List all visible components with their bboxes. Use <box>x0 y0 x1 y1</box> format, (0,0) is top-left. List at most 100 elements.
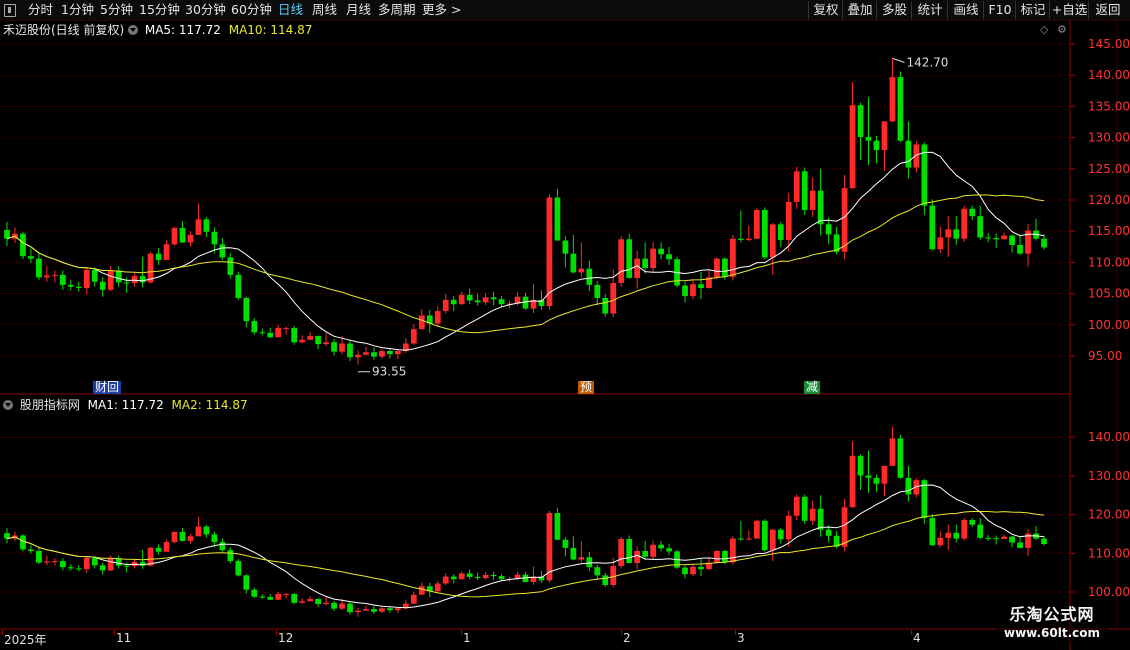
main-candle <box>299 339 306 343</box>
event-marker-finance[interactable]: 财回 <box>93 381 122 394</box>
date-label: 1 <box>463 631 471 645</box>
dropdown-icon[interactable] <box>128 25 139 35</box>
sub-candle <box>339 603 345 609</box>
sub-candle <box>434 583 441 592</box>
kline-chart[interactable]: 145.00 140.00 135.00 130.00 125.00 120.00 115.… <box>0 0 1130 650</box>
sub-candle <box>36 550 42 563</box>
sub-candle <box>985 537 992 539</box>
main-candle <box>1009 235 1015 245</box>
sub-candle <box>259 596 266 598</box>
settings-icon[interactable]: ⚙ <box>1057 23 1067 36</box>
sub-candle <box>442 576 449 584</box>
main-candle <box>929 205 936 250</box>
diamond-icon[interactable]: ◇ <box>1040 23 1048 36</box>
sub-legend: 股朋指标网 MA1: 117.72 MA2: 114.87 <box>3 397 248 413</box>
sub-candle <box>634 550 641 563</box>
main-candle <box>993 238 1000 240</box>
main-candle <box>777 224 784 240</box>
low-price-annotation: 93.55 <box>372 365 406 379</box>
main-candle <box>690 284 696 297</box>
sub-candle <box>570 547 577 560</box>
dropdown-icon[interactable] <box>3 400 13 410</box>
main-candle <box>490 297 497 300</box>
sub-candle <box>618 538 625 567</box>
sub-candle <box>20 535 26 550</box>
sub-candle <box>666 548 672 552</box>
sub-candle <box>44 561 50 563</box>
main-candle <box>817 190 824 225</box>
sub-candle <box>562 539 569 548</box>
main-candle <box>131 276 138 283</box>
main-candle <box>251 321 258 333</box>
main-candle <box>339 343 345 352</box>
main-candle <box>498 299 505 305</box>
sub-candle <box>554 513 561 540</box>
sub-candle <box>857 455 864 476</box>
ma5-label: MA5: 117.72 <box>144 23 221 37</box>
sub-candle <box>698 566 704 570</box>
event-marker-reduce[interactable]: 减 <box>804 381 821 394</box>
sub-candle <box>961 520 968 539</box>
main-candle <box>538 299 545 307</box>
main-candle <box>363 352 369 355</box>
main-candle <box>873 140 880 151</box>
main-candle <box>905 140 912 168</box>
sub-candle <box>394 608 401 611</box>
date-label: 11 <box>116 631 132 645</box>
main-candle <box>1017 244 1023 254</box>
ma2-label: MA2: 114.87 <box>171 398 248 412</box>
main-candle <box>394 351 401 355</box>
main-candle <box>602 297 609 314</box>
sub-candle <box>291 593 298 603</box>
sub-candle <box>155 547 162 552</box>
sub-candle <box>307 598 313 602</box>
sub-candle <box>1017 542 1023 548</box>
sub-candle <box>379 608 385 612</box>
watermark-title: 乐淘公式网 <box>1009 605 1095 624</box>
main-candle <box>307 336 313 340</box>
main-candle <box>793 171 800 202</box>
main-candle <box>243 297 250 322</box>
sub-candle <box>937 537 944 546</box>
sub-candle <box>626 538 633 563</box>
main-candle <box>626 239 633 278</box>
main-candle <box>474 300 481 303</box>
main-candle <box>730 238 736 277</box>
price-tick-label: 115.00 <box>1088 224 1130 238</box>
main-candle <box>666 254 672 260</box>
main-candle <box>698 284 704 288</box>
main-candle <box>187 234 194 243</box>
main-candle <box>227 257 234 275</box>
main-candle <box>155 253 162 260</box>
main-candle <box>682 285 688 297</box>
sub-candle <box>474 576 481 579</box>
high-marker-arrow <box>892 57 905 63</box>
main-candle <box>28 256 34 259</box>
sub-candle <box>993 538 1000 540</box>
sub-candle <box>458 573 465 580</box>
main-candle <box>658 248 664 255</box>
sub-candle <box>642 550 649 557</box>
main-candle <box>738 238 744 240</box>
price-tick-label: 100.00 <box>1088 318 1130 332</box>
main-candle <box>195 219 202 235</box>
sub-candle <box>91 557 98 566</box>
sub-candle <box>283 593 290 595</box>
sub-candle <box>953 532 960 539</box>
date-axis: 2025年 11 12 1 2 3 4 <box>0 630 1070 648</box>
sub-candle <box>897 438 904 478</box>
sub-candle <box>299 601 306 603</box>
sub-candle <box>387 608 393 611</box>
sub-ma-long-line <box>6 511 1045 598</box>
sub-candle <box>889 438 896 466</box>
sub-candle <box>99 565 106 571</box>
indicator-name[interactable]: 股朋指标网 <box>20 398 80 412</box>
main-candle <box>211 231 218 245</box>
main-candle <box>275 327 282 338</box>
main-candle <box>857 105 864 137</box>
event-marker-forecast[interactable]: 预 <box>578 381 595 394</box>
sub-candle <box>410 594 417 604</box>
main-candle <box>347 343 353 358</box>
main-candle <box>769 224 776 258</box>
stock-name-label[interactable]: 禾迈股份(日线 前复权) <box>3 23 124 37</box>
